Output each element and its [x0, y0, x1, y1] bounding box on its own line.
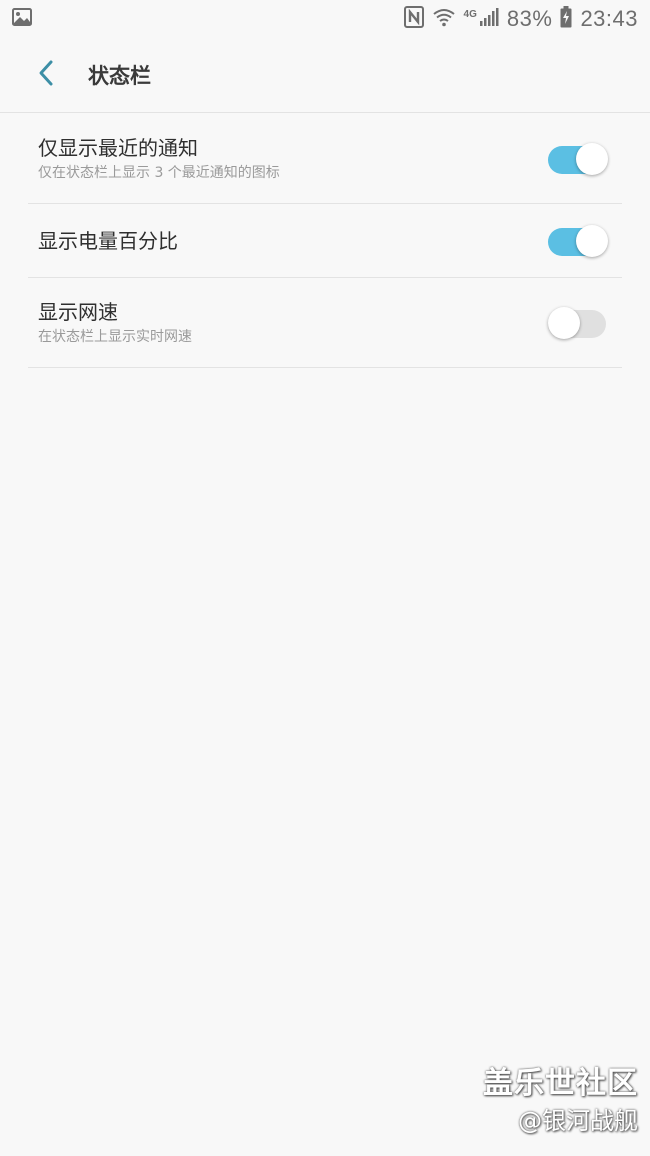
setting-title: 显示网速: [38, 299, 118, 324]
page-title: 状态栏: [88, 64, 151, 88]
signal-icon: [479, 7, 499, 31]
toggle-thumb: [548, 306, 580, 339]
setting-title: 显示电量百分比: [38, 228, 178, 253]
setting-network-speed[interactable]: 显示网速 在状态栏上显示实时网速: [28, 278, 622, 368]
setting-battery-percentage[interactable]: 显示电量百分比: [28, 204, 622, 278]
watermark: 盖乐世社区 @银河战舰: [483, 1064, 638, 1138]
watermark-brand: 盖乐世社区: [483, 1066, 638, 1101]
toggle-thumb: [576, 142, 608, 175]
setting-subtitle: 仅在状态栏上显示 3 个最近通知的图标: [38, 164, 280, 181]
status-right: 4G 83% 23:43: [403, 6, 638, 32]
battery-percentage-toggle[interactable]: [548, 224, 608, 258]
toggle-thumb: [576, 224, 608, 257]
action-bar: 状态栏: [0, 38, 650, 113]
network-type: 4G: [463, 8, 477, 20]
battery-percent: 83%: [506, 6, 553, 31]
setting-text: 显示电量百分比: [38, 228, 178, 254]
setting-title: 仅显示最近的通知: [38, 135, 198, 160]
recent-notifications-toggle[interactable]: [548, 142, 608, 176]
battery-charging-icon: [560, 6, 572, 32]
setting-text: 显示网速 在状态栏上显示实时网速: [38, 299, 192, 347]
setting-subtitle: 在状态栏上显示实时网速: [38, 328, 192, 345]
clock: 23:43: [580, 6, 638, 31]
gallery-icon: [12, 8, 32, 30]
settings-list: 仅显示最近的通知 仅在状态栏上显示 3 个最近通知的图标 显示电量百分比 显示网…: [28, 114, 622, 368]
wifi-icon: [432, 7, 456, 31]
setting-recent-notifications[interactable]: 仅显示最近的通知 仅在状态栏上显示 3 个最近通知的图标: [28, 114, 622, 204]
screen: 4G 83% 23:43 状态栏 仅显示最近的通知 仅在状态栏上显示 3 个最近…: [0, 0, 650, 1156]
status-left: [12, 8, 32, 30]
status-bar: 4G 83% 23:43: [0, 0, 650, 38]
network-speed-toggle[interactable]: [548, 306, 608, 340]
watermark-author: @银河战舰: [518, 1107, 638, 1135]
nfc-icon: [403, 6, 424, 32]
back-button[interactable]: [26, 55, 66, 95]
chevron-left-icon: [37, 59, 55, 91]
setting-text: 仅显示最近的通知 仅在状态栏上显示 3 个最近通知的图标: [38, 135, 280, 183]
